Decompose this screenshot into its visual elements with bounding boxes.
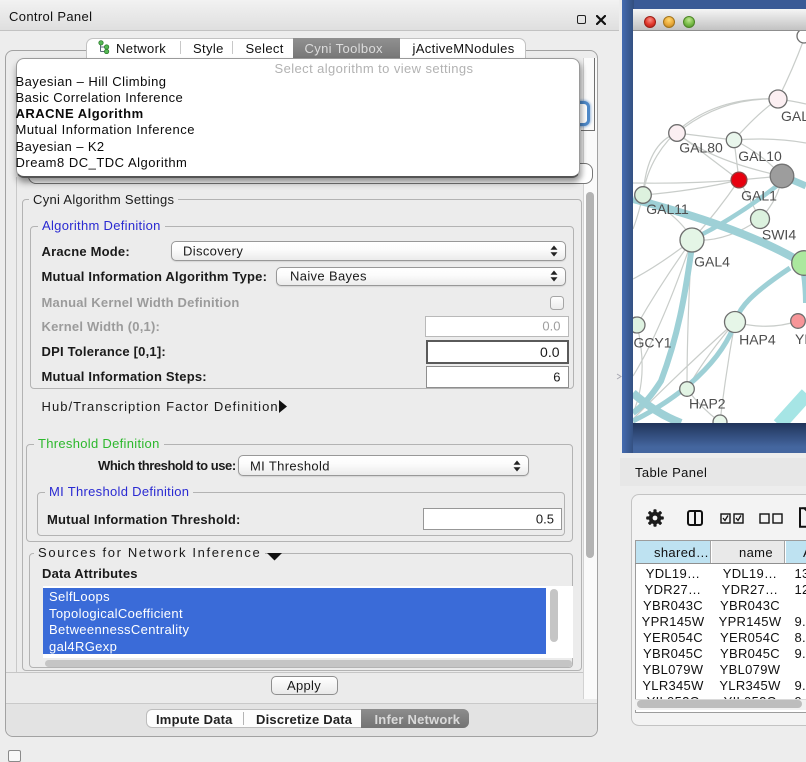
- svg-text:GAL80: GAL80: [679, 140, 723, 156]
- svg-text:GAL11: GAL11: [646, 201, 689, 217]
- svg-text:GAL4: GAL4: [694, 254, 730, 270]
- svg-text:GAL1: GAL1: [741, 188, 777, 204]
- svg-text:GAL10: GAL10: [738, 148, 782, 164]
- svg-text:HAP2: HAP2: [689, 396, 726, 412]
- svg-text:SWI4: SWI4: [762, 227, 796, 243]
- svg-text:YM: YM: [795, 331, 806, 347]
- svg-text:HAP4: HAP4: [739, 332, 776, 348]
- svg-text:GCY1: GCY1: [633, 335, 671, 351]
- svg-text:GAL7: GAL7: [781, 108, 806, 124]
